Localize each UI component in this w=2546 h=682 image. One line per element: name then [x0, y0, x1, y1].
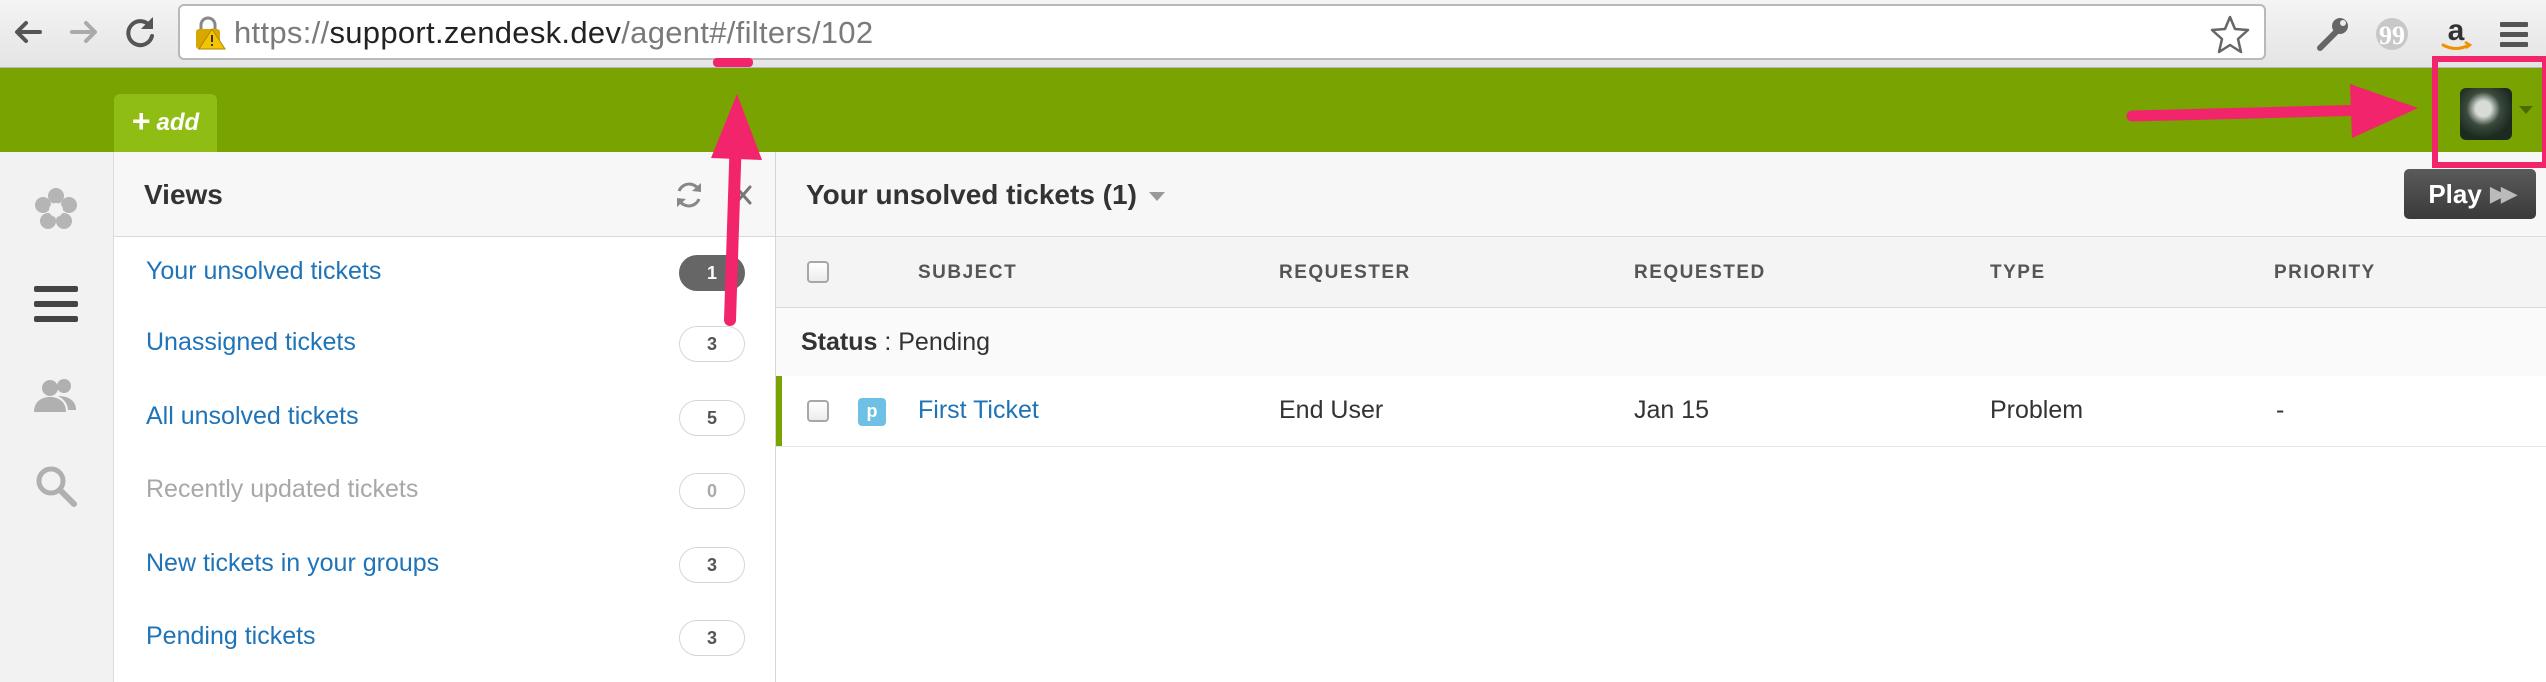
- row-highlight: [776, 376, 782, 446]
- add-button[interactable]: + add: [114, 94, 217, 152]
- view-item-label: Recently updated tickets: [146, 475, 419, 503]
- browser-toolbar: https://support.zendesk.dev/agent#/filte…: [0, 0, 2546, 68]
- security-warning-icon[interactable]: [192, 15, 226, 51]
- url-text: https://support.zendesk.dev/agent#/filte…: [234, 14, 873, 52]
- view-item-recently-updated[interactable]: Recently updated tickets 0: [114, 455, 775, 529]
- svg-text:a: a: [2448, 14, 2465, 47]
- view-item-label: Your unsolved tickets: [146, 257, 382, 285]
- row-checkbox[interactable]: [807, 400, 829, 422]
- views-title: Views: [144, 179, 223, 210]
- url-path: /agent#/filters/102: [621, 15, 874, 50]
- user-avatar[interactable]: [2460, 88, 2512, 140]
- collapse-panel-icon[interactable]: [726, 178, 760, 212]
- ticket-type: Problem: [1990, 396, 2084, 424]
- app-header: + add: [0, 68, 2546, 152]
- group-header: Status : Pending: [776, 308, 2546, 377]
- view-title-text: Your unsolved tickets (1): [806, 179, 1137, 210]
- view-item-label: New tickets in your groups: [146, 549, 440, 577]
- view-header: Your unsolved tickets (1) Play ▶▶: [776, 152, 2546, 237]
- forward-arrow-icon[interactable]: [62, 10, 106, 54]
- add-label: add: [156, 109, 200, 136]
- table-row[interactable]: p First Ticket End User Jan 15 Problem -: [776, 376, 2546, 447]
- view-count-badge: 3: [679, 326, 745, 362]
- play-label: Play: [2428, 178, 2482, 209]
- ticket-requested: Jan 15: [1634, 396, 1710, 424]
- status-badge: p: [858, 398, 886, 426]
- ticket-requester: End User: [1279, 396, 1384, 424]
- fast-forward-icon: ▶▶: [2489, 181, 2518, 206]
- view-item-label: Unassigned tickets: [146, 328, 356, 356]
- view-item-unassigned[interactable]: Unassigned tickets 3: [114, 308, 775, 382]
- view-item-your-unsolved[interactable]: Your unsolved tickets 1: [114, 237, 775, 311]
- reload-icon[interactable]: [118, 10, 162, 54]
- view-count-badge: 3: [679, 620, 745, 656]
- plus-icon: +: [131, 103, 151, 139]
- views-icon[interactable]: [28, 276, 84, 332]
- view-item-all-unsolved[interactable]: All unsolved tickets 5: [114, 382, 775, 456]
- group-label: Status : Pending: [801, 328, 990, 357]
- view-item-pending[interactable]: Pending tickets 3: [114, 602, 775, 676]
- url-scheme: https://: [234, 15, 330, 50]
- group-value: Pending: [898, 328, 990, 356]
- group-separator: :: [877, 328, 899, 356]
- chevron-down-icon[interactable]: [2519, 106, 2533, 114]
- column-requester[interactable]: REQUESTER: [1279, 262, 1411, 284]
- view-item-new-in-groups[interactable]: New tickets in your groups 3: [114, 529, 775, 603]
- view-title[interactable]: Your unsolved tickets (1): [806, 179, 1165, 211]
- view-count-badge: 3: [679, 547, 745, 583]
- zendesk-logo-icon[interactable]: [28, 182, 84, 238]
- nav-rail: [0, 152, 114, 682]
- hamburger-menu-icon[interactable]: [2492, 12, 2536, 56]
- column-requested[interactable]: REQUESTED: [1634, 262, 1766, 284]
- star-icon[interactable]: [2210, 14, 2250, 54]
- group-key: Status: [801, 328, 878, 356]
- url-host: support.zendesk.dev: [329, 15, 622, 50]
- select-all-checkbox[interactable]: [807, 261, 829, 283]
- search-icon[interactable]: [28, 458, 84, 514]
- column-priority[interactable]: PRIORITY: [2274, 262, 2376, 284]
- wrench-icon[interactable]: [2310, 12, 2354, 56]
- amazon-icon[interactable]: a: [2434, 12, 2478, 56]
- customers-icon[interactable]: [28, 368, 84, 424]
- view-count-badge: 5: [679, 400, 745, 436]
- view-item-label: Pending tickets: [146, 622, 316, 650]
- address-bar[interactable]: https://support.zendesk.dev/agent#/filte…: [178, 4, 2266, 60]
- back-arrow-icon[interactable]: [6, 10, 50, 54]
- view-count-badge: 0: [679, 473, 745, 509]
- table-header: SUBJECT REQUESTER REQUESTED TYPE PRIORIT…: [776, 237, 2546, 308]
- column-type[interactable]: TYPE: [1990, 262, 2046, 284]
- column-subject[interactable]: SUBJECT: [918, 262, 1017, 284]
- view-count-badge: 1: [679, 255, 745, 291]
- chevron-down-icon[interactable]: [1148, 192, 1165, 202]
- views-panel: Views Your unsolved tickets 1 Unassigned…: [114, 152, 776, 682]
- play-button[interactable]: Play ▶▶: [2404, 169, 2536, 219]
- ticket-list: Your unsolved tickets (1) Play ▶▶ SUBJEC…: [776, 152, 2546, 682]
- views-panel-header: Views: [114, 152, 775, 237]
- svg-text:99: 99: [2379, 21, 2405, 50]
- ticket-priority: -: [2276, 396, 2285, 424]
- refresh-icon[interactable]: [672, 178, 706, 212]
- ticket-subject-link[interactable]: First Ticket: [918, 396, 1039, 425]
- view-item-label: All unsolved tickets: [146, 402, 359, 430]
- quote-icon[interactable]: 99: [2370, 12, 2414, 56]
